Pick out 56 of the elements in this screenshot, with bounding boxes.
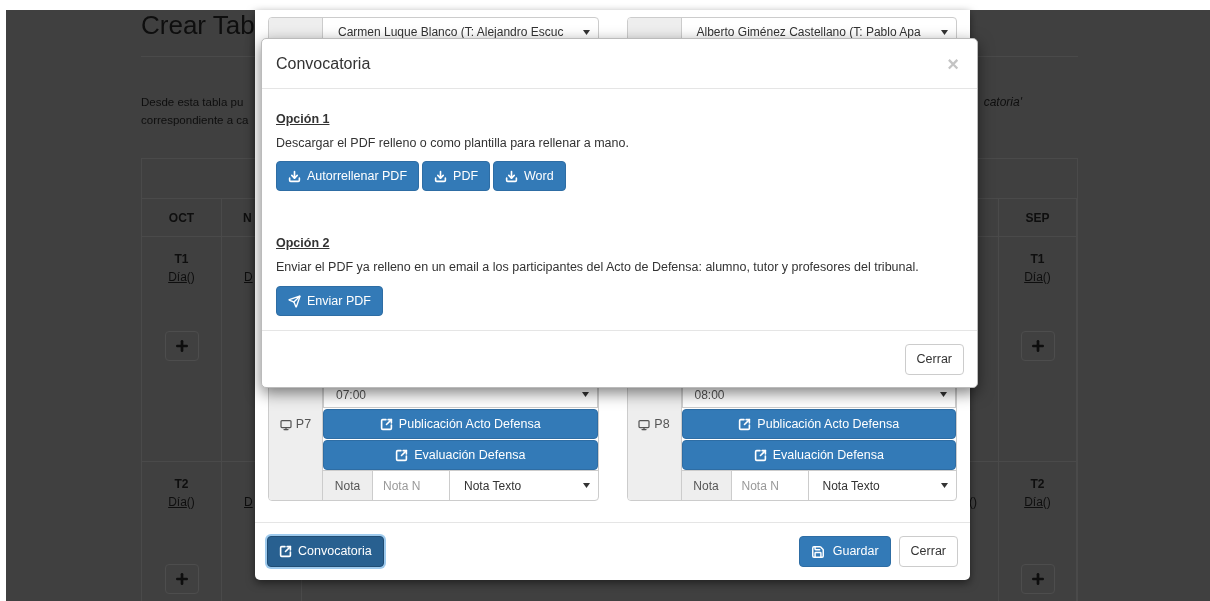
plus-icon [173,571,190,587]
close-button[interactable]: Cerrar [904,343,964,375]
action-button[interactable]: Publicación Acto Defensa [681,409,956,439]
day-suffix: () [1042,494,1051,511]
external-link-icon [395,448,409,462]
option-text: Descargar el PDF relleno o como plantilla para rellenar a mano. [276,135,629,152]
grade-label: Nota [681,471,732,500]
caret-icon [582,29,590,35]
download-icon [288,169,301,183]
external-link-icon [379,417,393,431]
external-link-icon [738,417,752,431]
grade-select[interactable]: Nota Texto [450,471,598,500]
day-suffix: () [186,494,195,511]
monitor-icon [279,418,292,431]
convocatoria-button[interactable]: Convocatoria [267,536,384,567]
day-suffix: () [969,494,977,511]
caret-icon [941,29,948,35]
close-button[interactable]: Cerrar [898,536,958,567]
day-suffix: () [1042,269,1051,286]
caret-icon [941,483,948,488]
download-button[interactable]: Autorrellenar PDF [276,161,420,191]
download-button[interactable]: PDF [422,161,491,191]
action-button[interactable]: Publicación Acto Defensa [323,409,598,439]
download-icon [434,169,448,183]
action-button[interactable]: Evaluación Defensa [681,440,956,470]
grade-select[interactable]: Nota Texto [808,471,956,500]
caret-icon [581,392,589,397]
external-link-icon [753,448,767,462]
option-text: Enviar el PDF ya relleno en un email a los participantes del Acto de Defensa: alumno, tutor y profesores del tribunal. [276,259,919,276]
monitor-icon [638,418,651,431]
send-icon [288,294,301,308]
plus-icon [1029,338,1046,354]
plus-icon [1029,571,1046,587]
save-icon [810,544,825,559]
plus-icon [173,338,190,354]
download-button[interactable]: Word [493,161,566,191]
add-button[interactable] [1020,564,1055,594]
caret-icon [940,392,947,397]
option-heading: Opción 2 [276,235,330,252]
add-button[interactable] [164,331,199,361]
download-icon [505,169,519,183]
grade-input[interactable]: Nota N [373,471,450,500]
place-label: P7 [295,416,312,434]
option-heading: Opción 1 [276,111,330,128]
day-suffix: () [186,269,195,286]
save-button[interactable]: Guardar [798,536,891,567]
grade-label: Nota [323,471,373,500]
action-button[interactable]: Evaluación Defensa [323,440,598,470]
external-link-icon [279,545,292,558]
add-button[interactable] [1020,331,1055,361]
add-button[interactable] [164,564,199,594]
grade-input[interactable]: Nota N [731,471,809,500]
dialog-title: Convocatoria [276,53,371,74]
caret-icon [582,483,590,488]
download-button[interactable]: Enviar PDF [276,286,383,316]
place-label: P8 [654,416,670,434]
